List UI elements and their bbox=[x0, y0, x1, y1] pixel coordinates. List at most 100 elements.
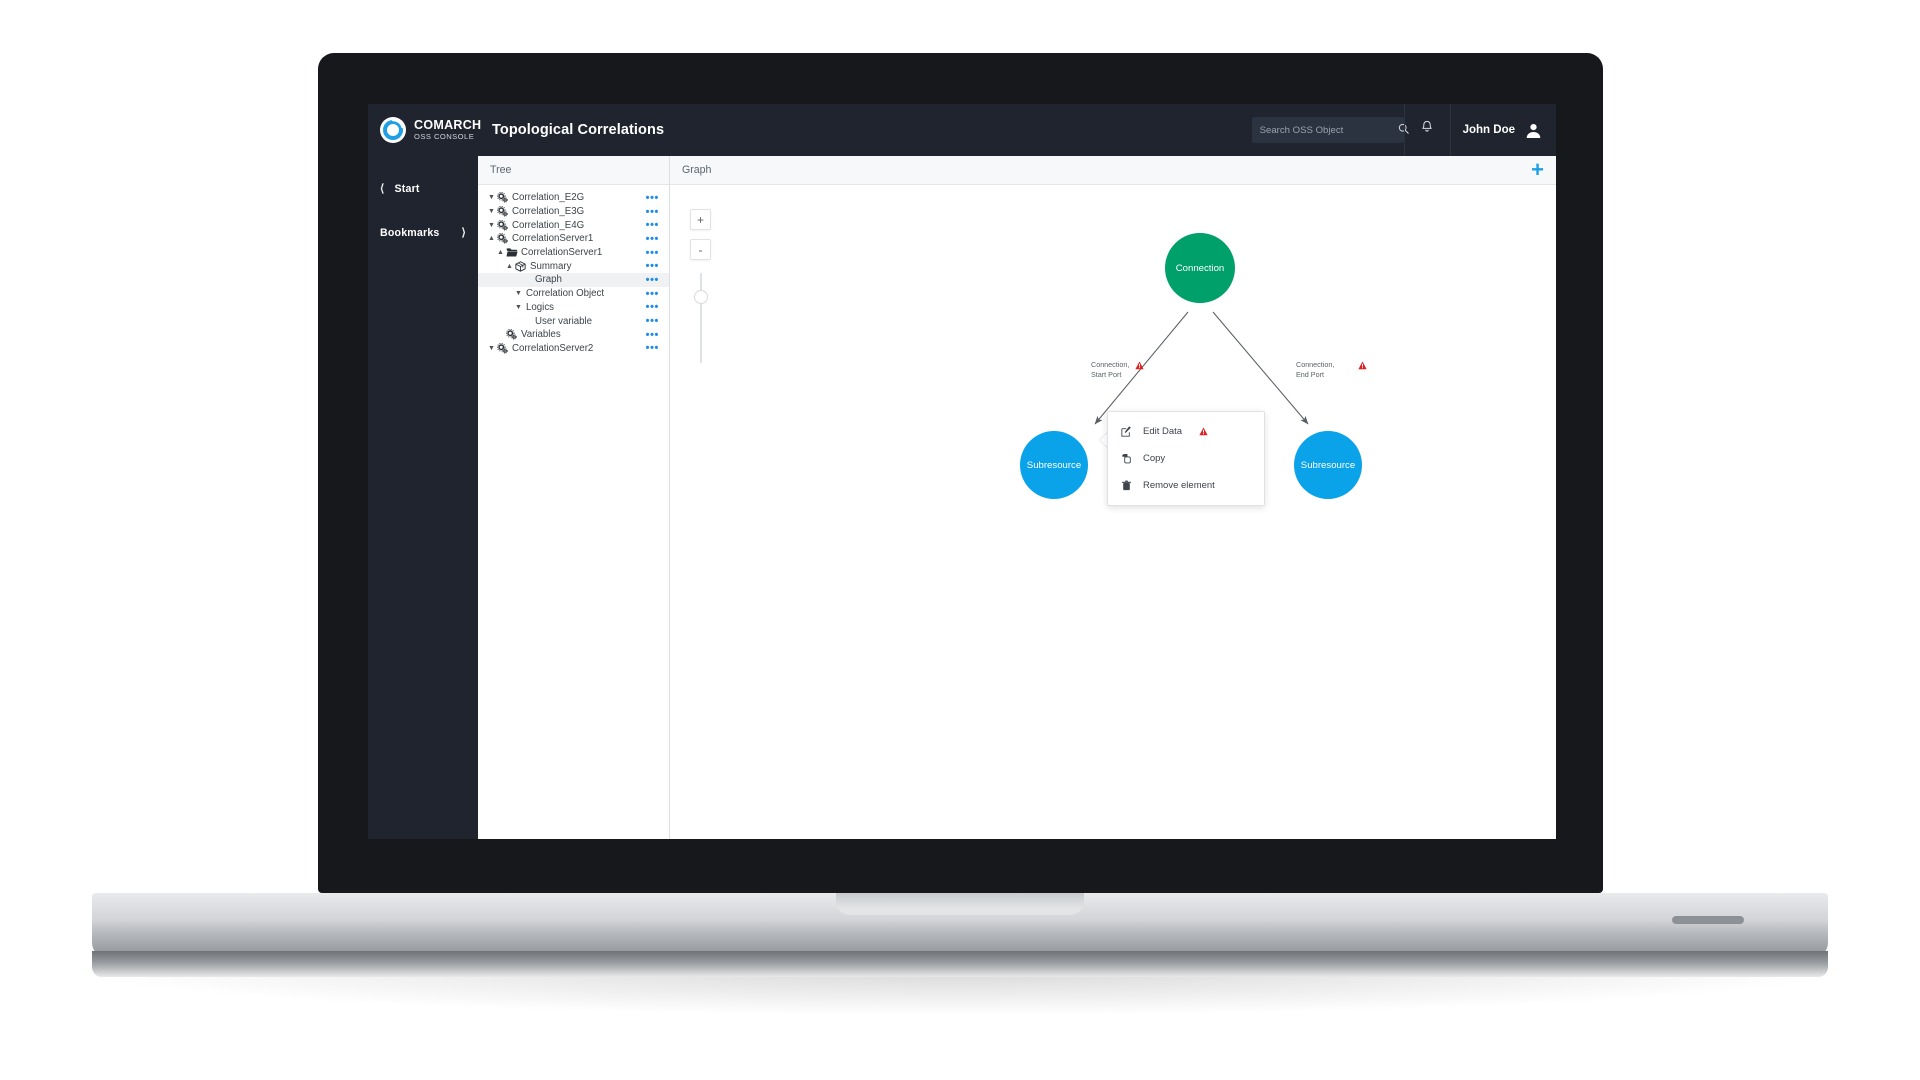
user-menu[interactable]: John Doe bbox=[1449, 104, 1556, 156]
tree-item-label: User variable bbox=[535, 315, 593, 327]
context-menu-item-edit-data-label: Edit Data bbox=[1143, 426, 1183, 437]
ellipsis-icon[interactable]: ••• bbox=[646, 343, 659, 354]
tree-item-label: Variables bbox=[521, 329, 561, 341]
gears-icon bbox=[496, 206, 509, 217]
ellipsis-icon[interactable]: ••• bbox=[646, 220, 659, 231]
gears-icon bbox=[505, 329, 518, 340]
chevron-down-icon[interactable]: ▼ bbox=[487, 345, 496, 352]
tree-item-user-variable-9[interactable]: User variable ••• bbox=[478, 314, 669, 328]
graph-node-connection[interactable]: Connection bbox=[1165, 233, 1235, 303]
graph-node-subresource-left[interactable]: Subresource bbox=[1020, 431, 1088, 499]
context-menu-item-edit-data[interactable]: Edit Data bbox=[1108, 418, 1264, 445]
chevron-up-icon[interactable]: ▲ bbox=[496, 249, 505, 256]
sidebar-item-start[interactable]: ⟨ Start bbox=[368, 172, 478, 206]
edit-pencil-icon bbox=[1120, 426, 1133, 437]
ellipsis-icon[interactable]: ••• bbox=[646, 316, 659, 327]
copy-icon bbox=[1120, 453, 1133, 464]
edge-label-end-port: Connection, End Port bbox=[1296, 360, 1334, 379]
tree-item-label: CorrelationServer1 bbox=[512, 233, 594, 245]
tree-item-summary-5[interactable]: ▲ Summary ••• bbox=[478, 259, 669, 273]
tree-item-label: Correlation_E2G bbox=[512, 192, 585, 204]
context-menu-item-remove-element[interactable]: Remove element bbox=[1108, 472, 1264, 499]
tree-item-correlation-object-7[interactable]: ▼ Correlation Object ••• bbox=[478, 287, 669, 301]
tree-item-graph-6[interactable]: Graph ••• bbox=[478, 273, 669, 287]
ellipsis-icon[interactable]: ••• bbox=[646, 247, 659, 258]
context-menu-item-copy[interactable]: Copy bbox=[1108, 445, 1264, 472]
tree-panel-header: Tree bbox=[478, 156, 669, 185]
add-element-button[interactable]: + bbox=[1531, 159, 1544, 181]
graph-panel: Graph + + - Connection, Start Port Conne… bbox=[670, 156, 1556, 839]
search-box[interactable] bbox=[1251, 117, 1409, 143]
chevron-up-icon[interactable]: ▲ bbox=[505, 263, 514, 270]
top-bar-right: John Doe bbox=[1251, 104, 1556, 156]
notifications-button[interactable] bbox=[1403, 104, 1450, 156]
user-avatar-icon bbox=[1525, 122, 1542, 139]
context-menu: Edit Data Copy Remove element bbox=[1107, 411, 1265, 506]
edge-label-start-port: Connection, Start Port bbox=[1091, 360, 1129, 379]
chevron-down-icon[interactable]: ▼ bbox=[514, 304, 523, 311]
graph-canvas[interactable]: + - Connection, Start Port Connection, E… bbox=[670, 185, 1556, 839]
cube-icon bbox=[514, 261, 527, 272]
gears-icon bbox=[496, 342, 509, 354]
left-sidebar: ⟨ Start Bookmarks ⟩ bbox=[368, 156, 478, 839]
page-title: Topological Correlations bbox=[492, 122, 665, 138]
screenshot-stage: COMARCH OSS CONSOLE Topological Correlat… bbox=[0, 0, 1920, 1080]
tree-item-correlation-e4g-2[interactable]: ▼ Correlation_E4G ••• bbox=[478, 218, 669, 232]
chevron-right-icon: ⟩ bbox=[461, 226, 466, 239]
ellipsis-icon[interactable]: ••• bbox=[646, 233, 659, 244]
tree-item-label: Summary bbox=[530, 260, 572, 272]
chevron-down-icon[interactable]: ▼ bbox=[487, 208, 496, 215]
tree-item-correlationserver1-4[interactable]: ▲ CorrelationServer1 ••• bbox=[478, 246, 669, 260]
tree-item-label: Correlation_E4G bbox=[512, 219, 585, 231]
graph-node-connection-label: Connection bbox=[1175, 262, 1225, 274]
warning-triangle-icon[interactable] bbox=[1199, 427, 1208, 436]
chevron-up-icon[interactable]: ▲ bbox=[487, 235, 496, 242]
tree-item-correlation-e3g-1[interactable]: ▼ Correlation_E3G ••• bbox=[478, 205, 669, 219]
ellipsis-icon[interactable]: ••• bbox=[646, 302, 659, 313]
search-input[interactable] bbox=[1259, 124, 1392, 136]
laptop-base-foot bbox=[1672, 916, 1744, 924]
bell-icon bbox=[1420, 120, 1434, 140]
tree-item-label: CorrelationServer2 bbox=[512, 342, 594, 354]
graph-panel-header: Graph + bbox=[670, 156, 1556, 185]
tree-item-label: Correlation Object bbox=[526, 288, 605, 300]
laptop-screen: COMARCH OSS CONSOLE Topological Correlat… bbox=[368, 104, 1556, 839]
tree-list: ▼ Correlation_E2G ••• ▼ Correlation_E3G ••• ▼ C… bbox=[478, 185, 669, 355]
warning-triangle-icon[interactable] bbox=[1358, 357, 1367, 370]
chevron-down-icon[interactable]: ▼ bbox=[487, 194, 496, 201]
graph-node-subresource-right[interactable]: Subresource bbox=[1294, 431, 1362, 499]
laptop-trackpad-notch bbox=[836, 893, 1084, 915]
tree-panel-title: Tree bbox=[490, 164, 512, 176]
ellipsis-icon[interactable]: ••• bbox=[646, 274, 659, 285]
gears-icon bbox=[496, 192, 509, 203]
tree-item-label: Logics bbox=[526, 301, 555, 313]
brand-logo[interactable]: COMARCH OSS CONSOLE bbox=[368, 104, 481, 156]
tree-item-label: CorrelationServer1 bbox=[521, 247, 603, 259]
context-menu-item-remove-element-label: Remove element bbox=[1143, 480, 1215, 491]
ellipsis-icon[interactable]: ••• bbox=[646, 329, 659, 340]
tree-panel: Tree ▼ Correlation_E2G ••• ▼ Correlation_E3G… bbox=[478, 156, 670, 839]
ellipsis-icon[interactable]: ••• bbox=[646, 288, 659, 299]
tree-item-logics-8[interactable]: ▼ Logics ••• bbox=[478, 301, 669, 315]
sidebar-item-bookmarks-label: Bookmarks bbox=[380, 227, 440, 239]
tree-item-correlationserver2-11[interactable]: ▼ CorrelationServer2 ••• bbox=[478, 342, 669, 356]
sidebar-item-bookmarks[interactable]: Bookmarks ⟩ bbox=[368, 216, 478, 250]
edge-label-start-port-line2: Start Port bbox=[1091, 369, 1122, 379]
graph-node-subresource-left-label: Subresource bbox=[1026, 459, 1082, 471]
edge-label-end-port-line2: End Port bbox=[1296, 369, 1324, 379]
tree-item-correlationserver1-3[interactable]: ▲ CorrelationServer1 ••• bbox=[478, 232, 669, 246]
ellipsis-icon[interactable]: ••• bbox=[646, 261, 659, 272]
tree-item-variables-10[interactable]: Variables ••• bbox=[478, 328, 669, 342]
tree-item-label: Graph bbox=[535, 274, 562, 286]
graph-panel-title: Graph bbox=[682, 164, 712, 176]
chevron-down-icon[interactable]: ▼ bbox=[514, 290, 523, 297]
gears-icon bbox=[496, 219, 509, 231]
chevron-down-icon[interactable]: ▼ bbox=[487, 222, 496, 229]
sidebar-item-start-label: Start bbox=[394, 183, 420, 195]
ellipsis-icon[interactable]: ••• bbox=[646, 192, 659, 203]
warning-triangle-icon[interactable] bbox=[1135, 357, 1144, 370]
edge-label-start-port-line1: Connection, bbox=[1091, 360, 1130, 369]
ellipsis-icon[interactable]: ••• bbox=[646, 206, 659, 217]
graph-edges bbox=[1094, 311, 1309, 425]
tree-item-correlation-e2g-0[interactable]: ▼ Correlation_E2G ••• bbox=[478, 191, 669, 205]
